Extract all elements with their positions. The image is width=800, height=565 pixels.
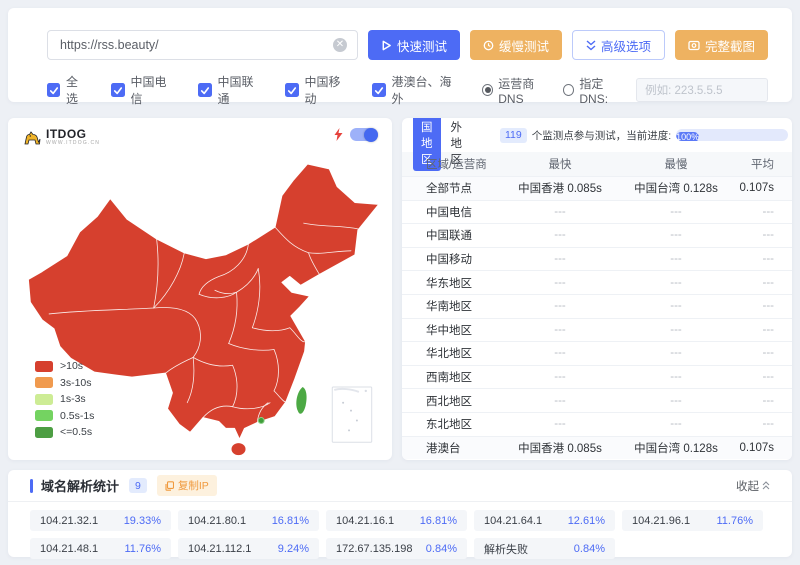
legend-swatch xyxy=(35,394,53,405)
map-legend: >10s 3s-10s 1s-3s 0.5s-1s <=0.5s xyxy=(35,360,94,438)
ip-chip[interactable]: 104.21.64.1 12.61% xyxy=(474,510,615,531)
full-screenshot-button[interactable]: 完整截图 xyxy=(675,30,768,60)
logo-title: ITDOG xyxy=(46,128,100,140)
options-row: 全选 中国电信 中国联通 中国移动 港澳台、海外 运营商DNS 指定DNS: xyxy=(47,73,768,107)
lightning-icon xyxy=(334,128,343,141)
map-toggle[interactable] xyxy=(350,128,378,141)
table-row[interactable]: 华北地区 --- --- --- xyxy=(402,341,792,365)
checkbox-china-unicom[interactable]: 中国联通 xyxy=(198,73,262,107)
slow-test-button[interactable]: 缓慢测试 xyxy=(470,30,562,60)
table-row[interactable]: 西北地区 --- --- --- xyxy=(402,388,792,412)
ip-chip[interactable]: 104.21.16.1 16.81% xyxy=(326,510,467,531)
query-card: https://rss.beauty/ ✕ 快速测试 缓慢测试 高级选项 完整截… xyxy=(8,8,792,102)
hong-kong-dot[interactable] xyxy=(258,418,264,424)
legend-item: <=0.5s xyxy=(35,426,94,438)
dns-stats-title: 域名解析统计 xyxy=(41,476,119,495)
title-accent-bar xyxy=(30,479,33,493)
ip-chip[interactable]: 172.67.135.198 0.84% xyxy=(326,538,467,559)
legend-item: 3s-10s xyxy=(35,377,94,389)
advanced-options-button[interactable]: 高级选项 xyxy=(572,30,665,60)
results-header: 中国地区 海外地区 119 个监测点参与测试，当前进度: 100% xyxy=(402,118,792,152)
progress-text: 个监测点参与测试，当前进度: xyxy=(532,128,671,143)
checkbox-checked-icon xyxy=(198,83,211,97)
ip-chip[interactable]: 104.21.96.1 11.76% xyxy=(622,510,763,531)
table-row[interactable]: 东北地区 --- --- --- xyxy=(402,412,792,436)
ip-chip[interactable]: 104.21.48.1 11.76% xyxy=(30,538,171,559)
table-row[interactable]: 中国联通 --- --- --- xyxy=(402,223,792,247)
dns-count-badge: 9 xyxy=(129,478,147,493)
checkbox-china-telecom[interactable]: 中国电信 xyxy=(111,73,175,107)
url-value: https://rss.beauty/ xyxy=(60,38,333,52)
toggle-knob-icon xyxy=(364,128,378,142)
taiwan-shape[interactable] xyxy=(296,387,306,414)
radio-operator-dns[interactable]: 运营商DNS xyxy=(482,75,555,106)
checkbox-overseas[interactable]: 港澳台、海外 xyxy=(372,73,459,107)
map-header: ITDOG WWW.ITDOG.CN xyxy=(22,128,378,147)
south-china-sea-inset xyxy=(332,387,371,442)
hainan-shape[interactable] xyxy=(231,443,246,456)
legend-swatch xyxy=(35,427,53,438)
dog-icon xyxy=(22,129,42,147)
node-count-badge: 119 xyxy=(500,128,527,143)
legend-item: 0.5s-1s xyxy=(35,410,94,422)
checkbox-china-mobile[interactable]: 中国移动 xyxy=(285,73,349,107)
clock-icon xyxy=(483,40,494,51)
ip-chip[interactable]: 104.21.112.1 9.24% xyxy=(178,538,319,559)
table-row[interactable]: 西南地区 --- --- --- xyxy=(402,365,792,389)
table-row[interactable]: 港澳台 中国香港 0.085s 中国台湾 0.128s 0.107s xyxy=(402,436,792,460)
dns-stats-card: 域名解析统计 9 复制IP 收起 104.21.32.1 19.33% 104.… xyxy=(8,470,792,557)
dns-placeholder: 例如: 223.5.5.5 xyxy=(645,82,722,98)
checkbox-checked-icon xyxy=(372,83,385,97)
itdog-logo: ITDOG WWW.ITDOG.CN xyxy=(22,128,100,147)
progress-fill: 100% xyxy=(676,132,699,141)
ip-chip[interactable]: 104.21.80.1 16.81% xyxy=(178,510,319,531)
checkbox-checked-icon xyxy=(47,83,60,97)
ip-chip[interactable]: 104.21.32.1 19.33% xyxy=(30,510,171,531)
screenshot-icon xyxy=(688,40,700,51)
table-row[interactable]: 华东地区 --- --- --- xyxy=(402,270,792,294)
table-row[interactable]: 全部节点 中国香港 0.085s 中国台湾 0.128s 0.107s xyxy=(402,176,792,200)
results-card: 中国地区 海外地区 119 个监测点参与测试，当前进度: 100% 区域/运营商… xyxy=(402,118,792,460)
play-icon xyxy=(381,40,392,51)
dns-stats-header: 域名解析统计 9 复制IP 收起 xyxy=(8,470,792,502)
legend-swatch xyxy=(35,361,53,372)
table-row[interactable]: 中国移动 --- --- --- xyxy=(402,247,792,271)
map-card: ITDOG WWW.ITDOG.CN xyxy=(8,118,392,460)
legend-swatch xyxy=(35,377,53,388)
clear-icon[interactable]: ✕ xyxy=(333,38,347,52)
radio-unselected-icon xyxy=(563,84,574,96)
dns-group: 运营商DNS 指定DNS: 例如: 223.5.5.5 xyxy=(482,75,768,106)
checkbox-checked-icon xyxy=(285,83,298,97)
table-header: 区域/运营商 最快 最慢 平均 xyxy=(402,152,792,176)
copy-ip-button[interactable]: 复制IP xyxy=(157,475,217,496)
radio-custom-dns[interactable]: 指定DNS: xyxy=(563,75,628,106)
legend-item: >10s xyxy=(35,360,94,372)
collapse-toggle[interactable]: 收起 xyxy=(736,478,770,494)
legend-item: 1s-3s xyxy=(35,393,94,405)
legend-swatch xyxy=(35,410,53,421)
quick-test-button[interactable]: 快速测试 xyxy=(368,30,460,60)
custom-dns-input[interactable]: 例如: 223.5.5.5 xyxy=(636,78,768,102)
url-row: https://rss.beauty/ ✕ 快速测试 缓慢测试 高级选项 完整截… xyxy=(47,30,768,60)
checkbox-select-all[interactable]: 全选 xyxy=(47,73,88,107)
copy-icon xyxy=(165,481,174,491)
table-row[interactable]: 华南地区 --- --- --- xyxy=(402,294,792,318)
table-row[interactable]: 华中地区 --- --- --- xyxy=(402,318,792,342)
chevron-double-down-icon xyxy=(586,40,596,51)
table-row[interactable]: 中国电信 --- --- --- xyxy=(402,200,792,224)
map-tools xyxy=(334,128,378,141)
logo-subtitle: WWW.ITDOG.CN xyxy=(46,140,100,147)
ip-chip[interactable]: 解析失败 0.84% xyxy=(474,538,615,559)
radio-selected-icon xyxy=(482,84,493,96)
ip-chip-grid: 104.21.32.1 19.33% 104.21.80.1 16.81% 10… xyxy=(8,502,792,559)
url-input[interactable]: https://rss.beauty/ ✕ xyxy=(47,30,358,60)
checkbox-checked-icon xyxy=(111,83,124,97)
chevron-up-icon xyxy=(762,481,770,490)
progress-bar: 100% xyxy=(676,129,788,141)
